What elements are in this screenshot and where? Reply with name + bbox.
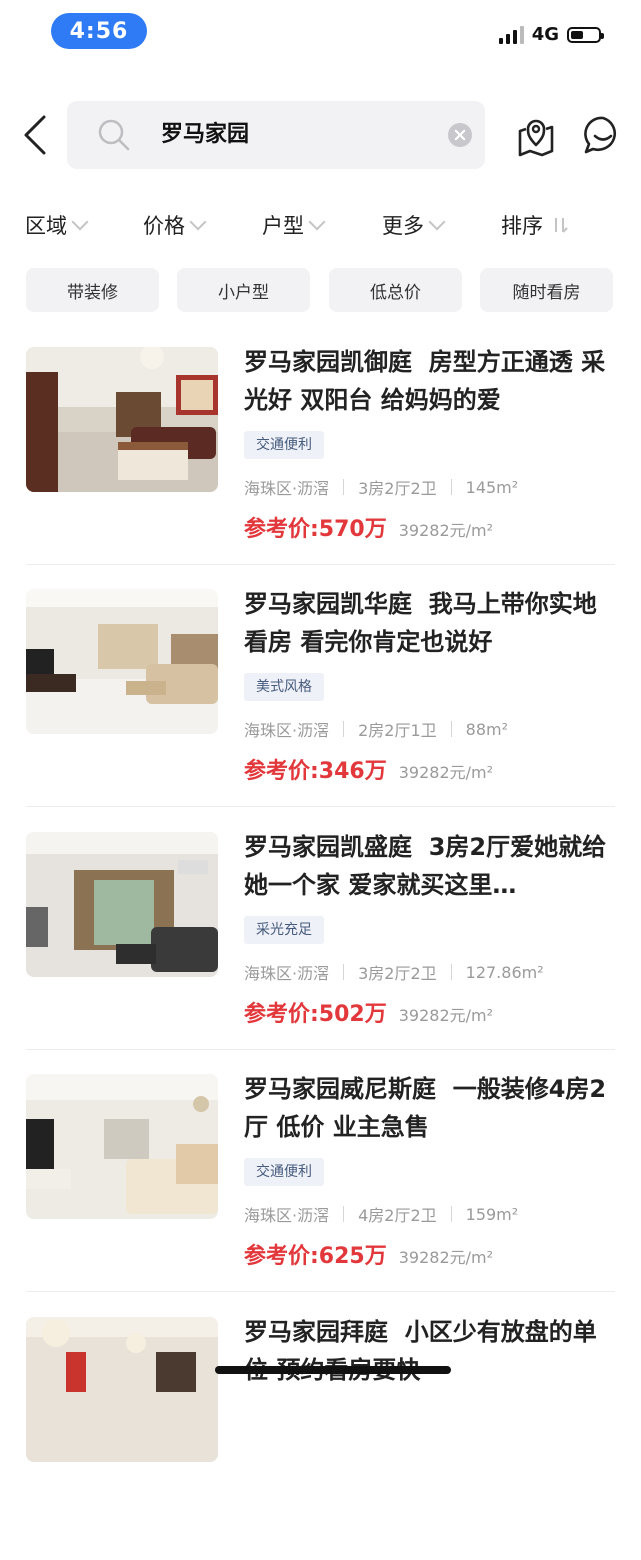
listing-area: 88m² xyxy=(465,719,508,739)
listing-price: 参考价:502万 xyxy=(244,1002,387,1027)
listing-card[interactable]: 罗马家园威尼斯庭 一般装修4房2厅 低价 业主急售 交通便利 海珠区·沥滘 4房… xyxy=(0,1074,641,1317)
quick-tag-chip[interactable]: 小户型 xyxy=(177,268,310,312)
quick-tag-chip[interactable]: 随时看房 xyxy=(480,268,613,312)
feature-tag: 采光充足 xyxy=(244,916,324,944)
listing-area: 159m² xyxy=(465,1204,519,1224)
message-icon[interactable] xyxy=(583,115,623,155)
listing-price: 参考价:346万 xyxy=(244,759,387,784)
divider xyxy=(26,1291,615,1292)
listing-layout: 4房2厅2卫 xyxy=(358,1206,437,1225)
listing-photo xyxy=(26,589,218,734)
listing-district: 海珠区·沥滘 xyxy=(244,479,330,498)
chevron-down-icon xyxy=(71,213,89,231)
divider xyxy=(26,1049,615,1050)
listing-photo xyxy=(26,832,218,977)
listing-price: 参考价:570万 xyxy=(244,517,387,542)
home-indicator[interactable] xyxy=(215,1366,451,1374)
listing-card[interactable]: 罗马家园凯华庭 我马上带你实地看房 看完你肯定也说好 美式风格 海珠区·沥滘 2… xyxy=(0,589,641,832)
listing-card[interactable]: 罗马家园凯盛庭 3房2厅爱她就给她一个家 爱家就买这里… 采光充足 海珠区·沥滘… xyxy=(0,832,641,1075)
search-input[interactable]: 罗马家园 xyxy=(67,101,485,169)
listing-photo xyxy=(26,1074,218,1219)
listing-meta: 海珠区·沥滘 3房2厅2卫 127.86m² xyxy=(244,960,544,984)
filter-label: 排序 xyxy=(501,214,543,238)
unit-price: 39282元/m² xyxy=(398,763,494,782)
filter-price[interactable]: 价格 xyxy=(143,200,207,250)
search-query: 罗马家园 xyxy=(161,122,250,147)
search-icon xyxy=(98,119,130,151)
listing-title: 罗马家园凯盛庭 3房2厅爱她就给她一个家 爱家就买这里… xyxy=(244,833,607,899)
listing-photo xyxy=(26,347,218,492)
battery-icon xyxy=(567,26,604,43)
listing-meta: 海珠区·沥滘 3房2厅2卫 145m² xyxy=(244,475,518,499)
unit-price: 39282元/m² xyxy=(398,1006,494,1025)
status-icons: 4G xyxy=(498,24,604,45)
filter-sort[interactable]: 排序 xyxy=(501,200,570,250)
unit-price: 39282元/m² xyxy=(398,1248,494,1267)
listing-card[interactable]: 罗马家园凯御庭 房型方正通透 采光好 双阳台 给妈妈的爱 交通便利 海珠区·沥滘… xyxy=(0,347,641,590)
filter-more[interactable]: 更多 xyxy=(382,200,446,250)
divider xyxy=(26,564,615,565)
listing-layout: 2房2厅1卫 xyxy=(358,721,437,740)
listing-card[interactable]: 罗马家园拜庭 小区少有放盘的单位 预约看房要快 xyxy=(0,1317,641,1560)
feature-tag: 美式风格 xyxy=(244,673,324,701)
chevron-down-icon xyxy=(428,213,446,231)
listing-price-row: 参考价:502万 39282元/m² xyxy=(244,996,493,1028)
back-arrow-icon[interactable] xyxy=(22,115,52,155)
filter-label: 区域 xyxy=(25,214,67,238)
network-type: 4G xyxy=(531,24,559,45)
map-pin-icon[interactable] xyxy=(516,115,556,159)
listing-price-row: 参考价:346万 39282元/m² xyxy=(244,753,493,785)
divider xyxy=(26,806,615,807)
clear-icon[interactable] xyxy=(448,123,472,147)
feature-tag: 交通便利 xyxy=(244,431,324,459)
listing-layout: 3房2厅2卫 xyxy=(358,479,437,498)
signal-icon xyxy=(498,25,524,44)
chevron-down-icon xyxy=(189,213,207,231)
listing-title: 罗马家园威尼斯庭 一般装修4房2厅 低价 业主急售 xyxy=(244,1075,607,1141)
listing-district: 海珠区·沥滘 xyxy=(244,721,330,740)
sort-icon xyxy=(555,218,568,233)
listing-title: 罗马家园凯御庭 房型方正通透 采光好 双阳台 给妈妈的爱 xyxy=(244,348,606,414)
status-time: 4:56 xyxy=(51,13,147,49)
listing-price: 参考价:625万 xyxy=(244,1244,387,1269)
listing-meta: 海珠区·沥滘 4房2厅2卫 159m² xyxy=(244,1202,518,1226)
quick-tag-chip[interactable]: 低总价 xyxy=(329,268,462,312)
listing-meta: 海珠区·沥滘 2房2厅1卫 88m² xyxy=(244,717,508,741)
listing-layout: 3房2厅2卫 xyxy=(358,964,437,983)
filter-label: 更多 xyxy=(382,214,424,238)
filter-layout[interactable]: 户型 xyxy=(262,200,326,250)
quick-tag-chip[interactable]: 带装修 xyxy=(26,268,159,312)
filter-label: 户型 xyxy=(262,214,304,238)
listing-price-row: 参考价:625万 39282元/m² xyxy=(244,1238,493,1270)
listing-price-row: 参考价:570万 39282元/m² xyxy=(244,511,493,543)
filter-label: 价格 xyxy=(143,214,185,238)
listing-district: 海珠区·沥滘 xyxy=(244,1206,330,1225)
listing-photo xyxy=(26,1317,218,1462)
feature-tag: 交通便利 xyxy=(244,1158,324,1186)
listing-district: 海珠区·沥滘 xyxy=(244,964,330,983)
listing-area: 145m² xyxy=(465,477,519,497)
chevron-down-icon xyxy=(308,213,326,231)
filter-bar: 区域 价格 户型 更多 排序 xyxy=(0,200,641,250)
listing-area: 127.86m² xyxy=(465,962,544,982)
listing-title: 罗马家园拜庭 小区少有放盘的单位 预约看房要快 xyxy=(244,1318,597,1384)
filter-area[interactable]: 区域 xyxy=(25,200,89,250)
listing-title: 罗马家园凯华庭 我马上带你实地看房 看完你肯定也说好 xyxy=(244,590,597,656)
unit-price: 39282元/m² xyxy=(398,521,494,540)
